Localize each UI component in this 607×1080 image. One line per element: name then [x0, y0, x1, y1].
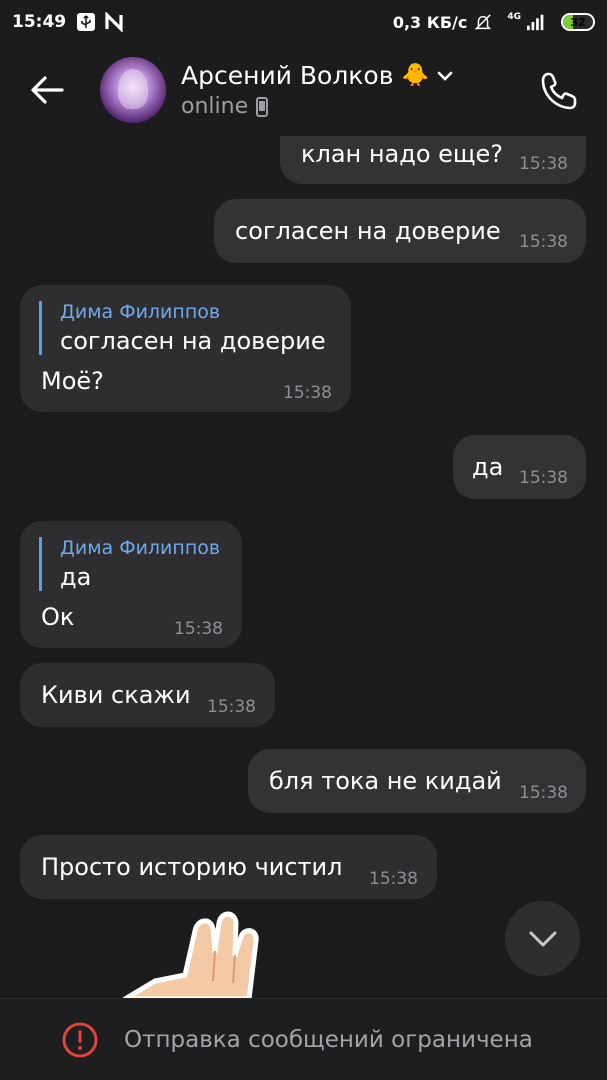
- message-bubble-outgoing[interactable]: клан надо еще? 15:38: [280, 136, 586, 184]
- message-bubble-incoming[interactable]: Дима Филиппов да Ок 15:38: [20, 521, 242, 648]
- message-text: Киви скажи: [41, 681, 191, 709]
- message-time: 15:38: [519, 232, 568, 252]
- restriction-bar: Отправка сообщений ограничена: [0, 998, 607, 1080]
- network-speed: 0,3 КБ/с: [392, 12, 468, 32]
- message-bubble-outgoing[interactable]: да 15:38: [453, 435, 586, 499]
- message-text: да: [472, 453, 504, 481]
- message-time: 15:38: [283, 383, 332, 403]
- chat-header: Арсений Волков 🐥 online: [0, 44, 607, 136]
- status-bar: 15:49 0,3 КБ/с 4G 32: [0, 0, 607, 44]
- battery-indicator: 32: [561, 13, 595, 31]
- message-time: 15:38: [207, 697, 256, 717]
- back-button[interactable]: [12, 55, 82, 125]
- network-type: 4G: [507, 12, 521, 22]
- message-text: клан надо еще?: [301, 140, 504, 168]
- warning-icon: [62, 1022, 98, 1057]
- peer-status: online: [181, 94, 249, 119]
- chevron-down-icon: [529, 931, 556, 946]
- chevron-down-icon: [437, 71, 453, 81]
- message-text: Моё?: [41, 367, 104, 395]
- avatar[interactable]: [100, 57, 166, 123]
- back-arrow-icon: [31, 76, 64, 104]
- peer-info[interactable]: Арсений Волков 🐥 online: [181, 61, 453, 119]
- message-time: 15:38: [369, 869, 418, 889]
- message-bubble-incoming[interactable]: Просто историю чистил 15:38: [20, 835, 437, 899]
- mobile-device-icon: [256, 96, 269, 117]
- battery-level: 32: [570, 15, 586, 29]
- message-bubble-outgoing[interactable]: согласен на доверие 15:38: [214, 199, 586, 263]
- reply-author: Дима Филиппов: [60, 301, 221, 323]
- signal-icon: [527, 12, 547, 32]
- reply-text: да: [60, 563, 92, 591]
- message-bubble-outgoing[interactable]: бля тока не кидай 15:38: [248, 749, 586, 813]
- reply-author: Дима Филиппов: [60, 537, 221, 559]
- message-time: 15:38: [174, 619, 223, 639]
- message-time: 15:38: [519, 154, 568, 174]
- scroll-down-button[interactable]: [505, 901, 580, 976]
- message-text: согласен на доверие: [235, 217, 501, 245]
- message-bubble-incoming[interactable]: Киви скажи 15:38: [20, 663, 275, 727]
- reply-preview[interactable]: Дима Филиппов согласен на доверие: [39, 301, 326, 355]
- message-bubble-incoming[interactable]: Дима Филиппов согласен на доверие Моё? 1…: [20, 285, 351, 412]
- message-time: 15:38: [519, 468, 568, 488]
- hand-sticker[interactable]: [115, 911, 265, 998]
- reply-preview[interactable]: Дима Филиппов да: [39, 537, 220, 591]
- message-text: Ок: [41, 603, 75, 631]
- chick-emoji: 🐥: [401, 63, 429, 88]
- n-icon: [104, 12, 124, 32]
- peer-name: Арсений Волков: [181, 61, 394, 90]
- message-text: Просто историю чистил: [41, 853, 343, 881]
- reply-text: согласен на доверие: [60, 327, 326, 355]
- restriction-text: Отправка сообщений ограничена: [124, 1026, 533, 1053]
- message-time: 15:38: [519, 783, 568, 803]
- usb-icon: [76, 12, 96, 32]
- call-button[interactable]: [535, 65, 585, 115]
- silent-icon: [473, 12, 493, 32]
- message-text: бля тока не кидай: [269, 767, 502, 795]
- phone-icon: [541, 72, 577, 110]
- status-time: 15:49: [12, 12, 67, 32]
- chat-area[interactable]: клан надо еще? 15:38 согласен на доверие…: [0, 136, 607, 998]
